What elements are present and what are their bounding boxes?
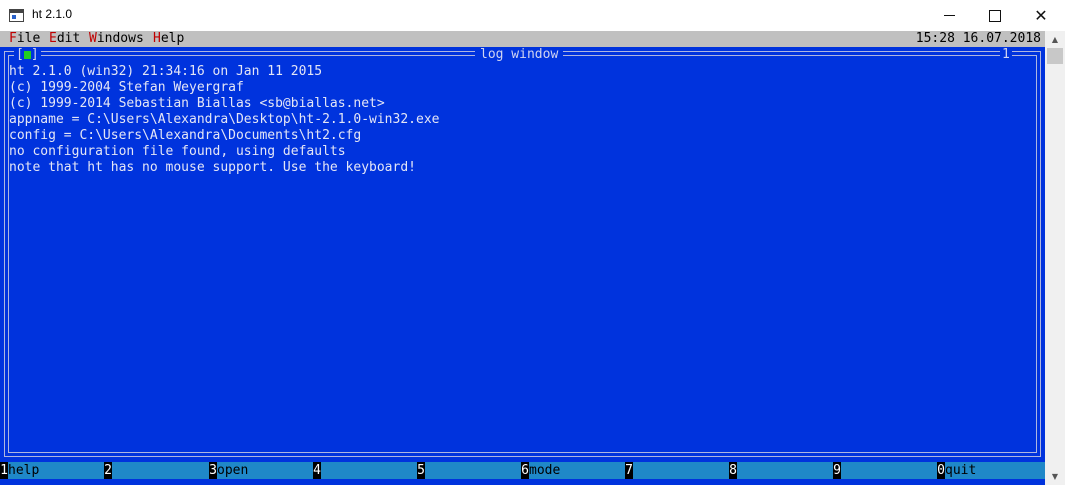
- scrollbar-thumb[interactable]: [1047, 48, 1063, 64]
- fkey-9[interactable]: 9: [833, 462, 841, 479]
- menu-windows[interactable]: Windows: [89, 31, 144, 47]
- fkey-6-mode[interactable]: 6mode: [521, 462, 560, 479]
- log-line: no configuration file found, using defau…: [9, 144, 346, 159]
- fkey-number: 5: [417, 462, 425, 479]
- maximize-icon: [989, 9, 1001, 22]
- log-window-number: 1: [1000, 47, 1012, 63]
- clock: 15:28 16.07.2018: [915, 31, 1041, 46]
- maximize-button[interactable]: [972, 0, 1018, 31]
- menu-help[interactable]: Help: [153, 31, 184, 47]
- close-icon: ✕: [1034, 6, 1048, 25]
- fkey-label: open: [217, 463, 249, 478]
- log-line: config = C:\Users\Alexandra\Documents\ht…: [9, 128, 362, 143]
- menu-edit-label: dit: [56, 31, 81, 46]
- fkey-number: 4: [313, 462, 321, 479]
- menu-file[interactable]: File: [9, 31, 40, 47]
- fkey-0-quit[interactable]: 0quit: [937, 462, 976, 479]
- scroll-down-arrow-icon[interactable]: ▼: [1045, 468, 1065, 485]
- fkey-number: 7: [625, 462, 633, 479]
- fkey-number: 1: [0, 462, 8, 479]
- window-title: ht 2.1.0: [32, 7, 73, 21]
- menu-windows-label: indows: [96, 31, 144, 46]
- close-box-icon: [23, 51, 31, 59]
- log-window-close-button[interactable]: []: [14, 47, 41, 63]
- fkey-number: 3: [209, 462, 217, 479]
- minimize-icon: [943, 15, 955, 16]
- fkey-label: mode: [529, 463, 561, 478]
- menu-help-label: elp: [160, 31, 185, 46]
- fkey-number: 6: [521, 462, 529, 479]
- fkey-5[interactable]: 5: [417, 462, 425, 479]
- app-icon: [9, 9, 24, 22]
- menu-help-hotkey: H: [153, 31, 161, 46]
- fkey-label: help: [8, 463, 40, 478]
- menu-edit[interactable]: Edit: [49, 31, 80, 47]
- menu-windows-hotkey: W: [89, 31, 97, 46]
- console-area: File Edit Windows Help 15:28 16.07.2018 …: [0, 31, 1045, 485]
- log-line: (c) 1999-2004 Stefan Weyergraf: [9, 80, 244, 95]
- vertical-scrollbar[interactable]: ▲ ▼: [1045, 31, 1065, 485]
- fkey-label: quit: [945, 463, 977, 478]
- menu-edit-hotkey: E: [49, 31, 57, 46]
- log-window-title: log window: [475, 47, 564, 63]
- fkey-1-help[interactable]: 1help: [0, 462, 39, 479]
- fkey-7[interactable]: 7: [625, 462, 633, 479]
- fkey-number: 0: [937, 462, 945, 479]
- window-titlebar: ht 2.1.0 ✕: [0, 0, 1065, 32]
- fkey-2[interactable]: 2: [104, 462, 112, 479]
- scroll-up-arrow-icon[interactable]: ▲: [1045, 31, 1065, 48]
- minimize-button[interactable]: [926, 0, 972, 31]
- log-line: ht 2.1.0 (win32) 21:34:16 on Jan 11 2015: [9, 64, 323, 79]
- fkey-number: 9: [833, 462, 841, 479]
- menubar: File Edit Windows Help 15:28 16.07.2018: [0, 31, 1045, 47]
- function-key-bar: 1help 2 3open 4 5 6mode 7 8 9 0quit: [0, 462, 1045, 479]
- menu-file-label: ile: [16, 31, 41, 46]
- fkey-3-open[interactable]: 3open: [209, 462, 248, 479]
- log-line: appname = C:\Users\Alexandra\Desktop\ht-…: [9, 112, 440, 127]
- log-line: note that ht has no mouse support. Use t…: [9, 160, 416, 175]
- menu-file-hotkey: F: [9, 31, 17, 46]
- fkey-number: 2: [104, 462, 112, 479]
- fkey-8[interactable]: 8: [729, 462, 737, 479]
- fkey-4[interactable]: 4: [313, 462, 321, 479]
- close-button[interactable]: ✕: [1018, 0, 1064, 31]
- log-content: ht 2.1.0 (win32) 21:34:16 on Jan 11 2015…: [9, 64, 439, 176]
- fkey-number: 8: [729, 462, 737, 479]
- log-line: (c) 1999-2014 Sebastian Biallas <sb@bial…: [9, 96, 385, 111]
